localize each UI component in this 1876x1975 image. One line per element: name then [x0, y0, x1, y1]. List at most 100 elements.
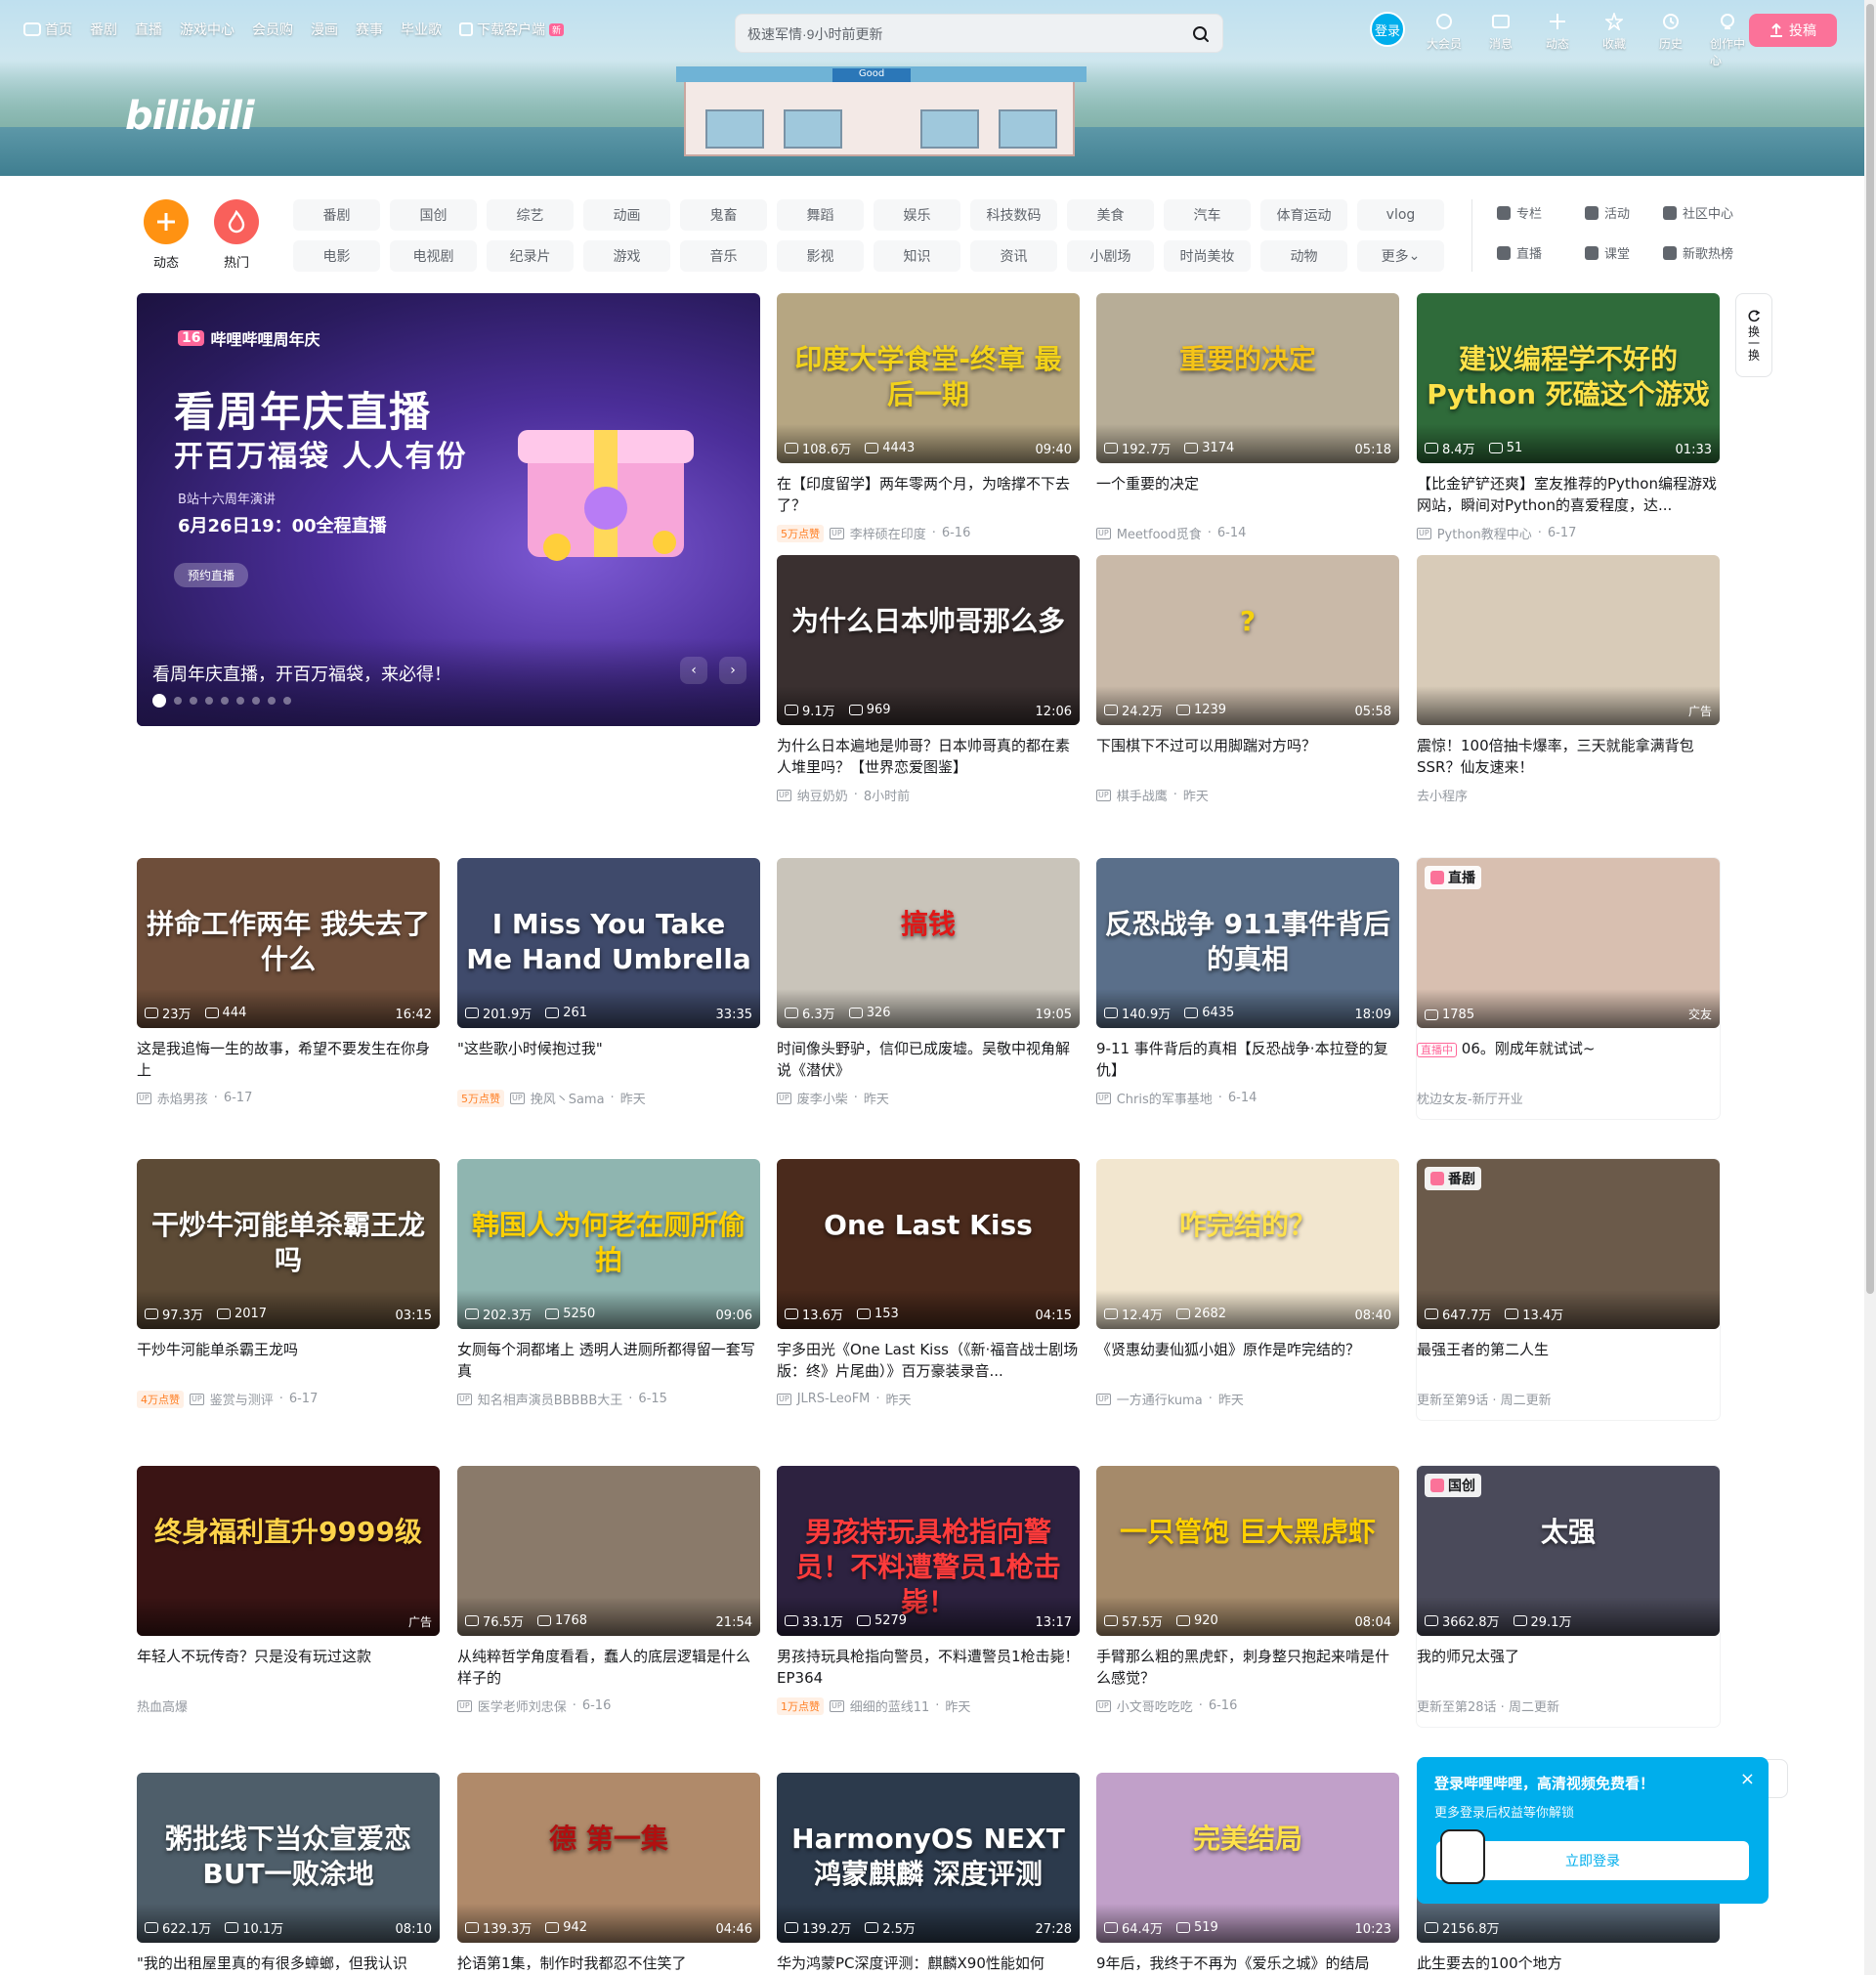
- channel-pill[interactable]: 影视: [777, 240, 864, 272]
- nav-esports[interactable]: 赛事: [356, 20, 383, 39]
- uploader-name[interactable]: 一方通行kuma: [1117, 1390, 1203, 1408]
- link-events[interactable]: 活动: [1585, 203, 1663, 222]
- video-thumbnail[interactable]: 拼命工作两年 我失去了什么 23万 444 16:42: [137, 858, 440, 1028]
- video-card[interactable]: 建议编程学不好的 Python 死磕这个游戏 8.4万 51 01:33 【比金铲铲还爽…: [1417, 293, 1720, 542]
- carousel-dot[interactable]: [190, 697, 197, 705]
- login-avatar-button[interactable]: 登录: [1370, 12, 1405, 47]
- channel-pill[interactable]: 动物: [1260, 240, 1347, 272]
- channel-pill[interactable]: vlog: [1357, 199, 1444, 231]
- video-thumbnail[interactable]: 干炒牛河能单杀霸王龙吗 97.3万 2017 03:15: [137, 1159, 440, 1329]
- video-card[interactable]: 粥批线下当众宣爱恋 BUT一败涂地 622.1万 10.1万 08:10 "我的出租屋里…: [137, 1773, 440, 1975]
- uploader-name[interactable]: 棋手战鹰: [1117, 786, 1168, 804]
- video-title[interactable]: 在【印度留学】两年零两个月，为啥撑不下去了？: [777, 473, 1080, 516]
- uploader-name[interactable]: 废李小柴: [797, 1089, 848, 1107]
- video-card[interactable]: 搞钱 6.3万 326 19:05 时间像头野驴，信仰已成废墟。吴敬中视角解说《潜伏》 U…: [777, 858, 1080, 1107]
- nav-manga[interactable]: 漫画: [311, 20, 338, 39]
- video-title[interactable]: 我的师兄太强了: [1417, 1646, 1720, 1689]
- channel-pill[interactable]: 小剧场: [1067, 240, 1154, 272]
- video-thumbnail[interactable]: 太强 国创 3662.8万 29.1万: [1417, 1466, 1720, 1636]
- video-card[interactable]: 一只管饱 巨大黑虎虾 57.5万 920 08:04 手臂那么粗的黑虎虾，刺身整只抱起来…: [1096, 1466, 1399, 1715]
- channel-pill[interactable]: 电视剧: [390, 240, 477, 272]
- video-thumbnail[interactable]: 搞钱 6.3万 326 19:05: [777, 858, 1080, 1028]
- video-title[interactable]: 为什么日本遍地是帅哥？日本帅哥真的都在素人堆里吗？【世界恋爱图鉴】: [777, 735, 1080, 778]
- video-title[interactable]: 9年后，我终于不再为《爱乐之城》的结局: [1096, 1953, 1399, 1975]
- nav-game-center[interactable]: 游戏中心: [180, 20, 234, 39]
- uploader-name[interactable]: 热血高爆: [137, 1696, 188, 1715]
- video-thumbnail[interactable]: 终身福利直升9999级 广告: [137, 1466, 440, 1636]
- video-card[interactable]: HarmonyOS NEXT 鸿蒙麒麟 深度评测 139.2万 2.5万 27:28 华…: [777, 1773, 1080, 1975]
- carousel-dot[interactable]: [268, 697, 276, 705]
- nav-history[interactable]: 历史: [1653, 12, 1688, 52]
- link-classroom[interactable]: 课堂: [1585, 243, 1663, 262]
- nav-favorites[interactable]: 收藏: [1597, 12, 1632, 52]
- video-title[interactable]: 时间像头野驴，信仰已成废墟。吴敬中视角解说《潜伏》: [777, 1038, 1080, 1081]
- channel-pill[interactable]: 番剧: [293, 199, 380, 231]
- nav-creator-center[interactable]: 创作中心: [1710, 12, 1745, 68]
- uploader-name[interactable]: 李梓硕在印度: [850, 524, 926, 542]
- uploader-name[interactable]: 鉴赏与测评: [210, 1390, 274, 1408]
- uploader-name[interactable]: 细细的蓝线11: [850, 1696, 930, 1715]
- video-card[interactable]: 76.5万 1768 21:54 从纯粹哲学角度看看，蠢人的底层逻辑是什么样子的 UP 医…: [457, 1466, 760, 1715]
- video-title[interactable]: 抡语第1集，制作时我都忍不住笑了: [457, 1953, 760, 1975]
- bilibili-logo[interactable]: bilibili: [125, 94, 255, 139]
- video-card[interactable]: 反恐战争 911事件背后的真相 140.9万 6435 18:09 9-11 事件背后的…: [1096, 858, 1399, 1107]
- video-title[interactable]: 这是我追悔一生的故事，希望不要发生在你身上: [137, 1038, 440, 1081]
- uploader-name[interactable]: JLRS-LeoFM: [797, 1392, 871, 1406]
- nav-anime[interactable]: 番剧: [90, 20, 117, 39]
- video-thumbnail[interactable]: 建议编程学不好的 Python 死磕这个游戏 8.4万 51 01:33: [1417, 293, 1720, 463]
- link-live[interactable]: 直播: [1497, 243, 1585, 262]
- video-title[interactable]: 震惊！100倍抽卡爆率，三天就能拿满背包SSR？仙友速来！: [1417, 735, 1720, 778]
- video-thumbnail[interactable]: 完美结局 64.4万 519 10:23: [1096, 1773, 1399, 1943]
- video-card[interactable]: 太强 国创 3662.8万 29.1万 我的师兄太强了 更新至第28话 · 周二更新: [1417, 1466, 1720, 1727]
- video-card[interactable]: 终身福利直升9999级 广告年轻人不玩传奇？只是没有玩过这款热血高爆: [137, 1466, 440, 1715]
- uploader-name[interactable]: Meetfood觅食: [1117, 524, 1202, 542]
- video-title[interactable]: "这些歌小时候抱过我": [457, 1038, 760, 1081]
- video-thumbnail[interactable]: ? 24.2万 1239 05:58: [1096, 555, 1399, 725]
- video-card[interactable]: 完美结局 64.4万 519 10:23 9年后，我终于不再为《爱乐之城》的结局: [1096, 1773, 1399, 1975]
- nav-graduation-song[interactable]: 毕业歌: [401, 20, 442, 39]
- uploader-name[interactable]: 小文哥吃吃吃: [1117, 1696, 1193, 1715]
- video-title[interactable]: 宇多田光《One Last Kiss（《新·福音战士剧场版：终》片尾曲）》百万豪…: [777, 1339, 1080, 1382]
- video-title[interactable]: 手臂那么粗的黑虎虾，刺身整只抱起来啃是什么感觉？: [1096, 1646, 1399, 1689]
- video-thumbnail[interactable]: 德 第一集 139.3万 942 04:46: [457, 1773, 760, 1943]
- video-card[interactable]: 德 第一集 139.3万 942 04:46 抡语第1集，制作时我都忍不住笑了: [457, 1773, 760, 1975]
- nav-download-client[interactable]: 下载客户端 新: [459, 20, 565, 39]
- page-scrollbar[interactable]: [1864, 0, 1876, 1975]
- video-card[interactable]: 咋完结的？ 12.4万 2682 08:40 《贤惠幼妻仙狐小姐》原作是咋完结的？ UP 一…: [1096, 1159, 1399, 1408]
- uploader-name[interactable]: 枕边女友-新厅开业: [1417, 1089, 1523, 1107]
- video-thumbnail[interactable]: 一只管饱 巨大黑虎虾 57.5万 920 08:04: [1096, 1466, 1399, 1636]
- refresh-button[interactable]: 换一换: [1735, 293, 1772, 377]
- nav-live[interactable]: 直播: [135, 20, 162, 39]
- video-thumbnail[interactable]: 粥批线下当众宣爱恋 BUT一败涂地 622.1万 10.1万 08:10: [137, 1773, 440, 1943]
- channel-dynamics[interactable]: 动态: [137, 199, 195, 271]
- video-thumbnail[interactable]: HarmonyOS NEXT 鸿蒙麒麟 深度评测 139.2万 2.5万 27:28: [777, 1773, 1080, 1943]
- video-title[interactable]: 9-11 事件背后的真相【反恐战争·本拉登的复仇】: [1096, 1038, 1399, 1081]
- video-title[interactable]: 女厕每个洞都堵上 透明人进厕所都得留一套写真: [457, 1339, 760, 1382]
- video-card[interactable]: 印度大学食堂-终章 最后一期 108.6万 4443 09:40 在【印度留学】两年零两…: [777, 293, 1080, 542]
- video-thumbnail[interactable]: 直播 1785 交友: [1417, 858, 1720, 1028]
- uploader-name[interactable]: 医学老师刘忠保: [478, 1696, 567, 1715]
- uploader-name[interactable]: 知名相声演员BBBBB大王: [478, 1390, 623, 1408]
- uploader-name[interactable]: 更新至第9话 · 周二更新: [1417, 1390, 1552, 1408]
- video-thumbnail[interactable]: 重要的决定 192.7万 3174 05:18: [1096, 293, 1399, 463]
- video-title[interactable]: 干炒牛河能单杀霸王龙吗: [137, 1339, 440, 1382]
- carousel-dot[interactable]: [236, 697, 244, 705]
- video-card[interactable]: One Last Kiss 13.6万 153 04:15 宇多田光《One Last …: [777, 1159, 1080, 1408]
- carousel-dot[interactable]: [152, 694, 166, 708]
- uploader-name[interactable]: 赤焰男孩: [157, 1089, 208, 1107]
- video-card[interactable]: 男孩持玩具枪指向警员！不料遭警员1枪击毙！33.1万527913:17男孩持玩具…: [777, 1466, 1080, 1715]
- video-thumbnail[interactable]: 咋完结的？ 12.4万 2682 08:40: [1096, 1159, 1399, 1329]
- popup-close-button[interactable]: ×: [1740, 1769, 1755, 1789]
- channel-pill[interactable]: 纪录片: [487, 240, 574, 272]
- video-title[interactable]: 年轻人不玩传奇？只是没有玩过这款: [137, 1646, 440, 1689]
- channel-pill[interactable]: 综艺: [487, 199, 574, 231]
- carousel-dot[interactable]: [221, 697, 229, 705]
- channel-pill[interactable]: 鬼畜: [680, 199, 767, 231]
- video-title[interactable]: 华为鸿蒙PC深度评测：麒麟X90性能如何: [777, 1953, 1080, 1975]
- upload-button[interactable]: 投稿: [1749, 14, 1837, 47]
- video-card[interactable]: 干炒牛河能单杀霸王龙吗 97.3万 2017 03:15 干炒牛河能单杀霸王龙吗 4万点赞…: [137, 1159, 440, 1408]
- link-hit-songs[interactable]: 新歌热榜: [1663, 243, 1770, 262]
- channel-pill[interactable]: 科技数码: [970, 199, 1057, 231]
- channel-pill[interactable]: 知识: [874, 240, 960, 272]
- nav-dynamics[interactable]: 动态: [1540, 12, 1575, 52]
